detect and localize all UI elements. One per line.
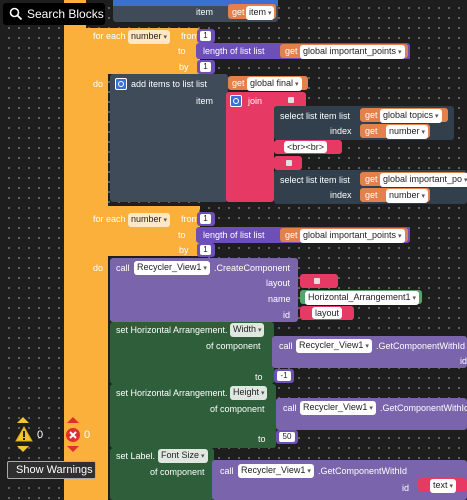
to-label: to bbox=[178, 230, 186, 240]
component-dropdown[interactable]: Recycler_View1 bbox=[296, 339, 372, 353]
search-icon bbox=[9, 7, 23, 21]
get-item-dropdown[interactable]: item bbox=[246, 6, 275, 20]
of-component-label: of component bbox=[150, 467, 205, 477]
error-icon[interactable] bbox=[65, 427, 81, 443]
create-component-method: .CreateComponent bbox=[214, 263, 291, 273]
select-list-item-label: select list item list bbox=[280, 175, 351, 185]
index1-var-dropdown[interactable]: number bbox=[386, 125, 428, 139]
do-label: do bbox=[93, 79, 104, 89]
list-var-dropdown[interactable]: global important_points bbox=[300, 45, 405, 59]
list-var-dropdown[interactable]: global important_points bbox=[300, 229, 405, 243]
search-blocks-label: Search Blocks bbox=[27, 7, 104, 21]
index-label: index bbox=[330, 190, 352, 200]
width-number[interactable]: -1 bbox=[277, 371, 291, 381]
by-label: by bbox=[179, 245, 189, 255]
get-component-method: .GetComponentWithId bbox=[376, 341, 466, 351]
mutator-gear-icon[interactable] bbox=[115, 78, 127, 90]
empty-text-field[interactable] bbox=[314, 278, 320, 284]
length-of-list-label: length of list list bbox=[203, 46, 265, 56]
get-label: get bbox=[365, 190, 378, 200]
empty-text-field[interactable] bbox=[288, 97, 294, 103]
to-label: to bbox=[258, 434, 266, 444]
layout-id-field[interactable]: layout bbox=[312, 307, 343, 319]
get-component-method: .GetComponentWithId bbox=[380, 403, 467, 413]
error-next-arrow[interactable] bbox=[67, 446, 79, 452]
name-label: name bbox=[268, 294, 291, 304]
call-label: call bbox=[220, 466, 234, 476]
control-spine bbox=[64, 0, 86, 500]
index-label: index bbox=[330, 126, 352, 136]
get-label: get bbox=[232, 7, 245, 17]
list-target-dropdown[interactable]: global final bbox=[247, 77, 302, 91]
set-prefix: set Horizontal Arrangement. bbox=[116, 388, 228, 398]
item-label: item bbox=[196, 7, 214, 17]
get-label: get bbox=[365, 126, 378, 136]
select1-list-dropdown[interactable]: global topics bbox=[380, 109, 442, 123]
item-label: item bbox=[196, 96, 214, 106]
text-var-dropdown[interactable]: text bbox=[430, 479, 456, 493]
to-label: to bbox=[255, 372, 263, 382]
warning-prev-arrow[interactable] bbox=[17, 417, 29, 423]
show-warnings-label: Show Warnings bbox=[16, 464, 93, 476]
set-prefix: set Horizontal Arrangement. bbox=[116, 325, 228, 335]
call-label: call bbox=[279, 341, 293, 351]
warning-next-arrow[interactable] bbox=[17, 446, 29, 452]
warning-icon[interactable] bbox=[15, 426, 33, 442]
id-label: id bbox=[460, 356, 467, 366]
get-label: get bbox=[232, 78, 245, 88]
call-label: call bbox=[283, 403, 297, 413]
add-items-to-list-block[interactable] bbox=[110, 74, 228, 202]
length-of-list-label: length of list list bbox=[203, 230, 265, 240]
get-component-method: .GetComponentWithId bbox=[318, 466, 408, 476]
show-warnings-button[interactable]: Show Warnings bbox=[7, 461, 96, 479]
call-label: call bbox=[116, 263, 130, 273]
get-label: get bbox=[285, 230, 298, 240]
br-text-field[interactable]: <br><br> bbox=[284, 141, 328, 153]
set-prefix: set Label. bbox=[116, 451, 156, 461]
from-number[interactable]: 1 bbox=[200, 214, 211, 224]
component-name-dropdown[interactable]: Horizontal_Arrangement1 bbox=[305, 291, 420, 305]
loop1-var-field[interactable]: number bbox=[128, 30, 170, 44]
height-number[interactable]: 50 bbox=[279, 432, 295, 442]
layout-label: layout bbox=[266, 278, 291, 288]
of-component-label: of component bbox=[206, 341, 261, 351]
get-label: get bbox=[285, 46, 298, 56]
by-number[interactable]: 1 bbox=[200, 245, 211, 255]
width-property-dropdown[interactable]: Width bbox=[230, 323, 265, 337]
id-label: id bbox=[283, 310, 291, 320]
join-gear-icon[interactable] bbox=[230, 95, 242, 107]
height-property-dropdown[interactable]: Height bbox=[230, 386, 268, 400]
add-items-label: add items to list list bbox=[131, 79, 208, 89]
id-label: id bbox=[402, 483, 410, 493]
font-size-property-dropdown[interactable]: Font Size bbox=[158, 449, 208, 463]
do-label: do bbox=[93, 263, 104, 273]
by-label: by bbox=[179, 62, 189, 72]
by-number[interactable]: 1 bbox=[200, 62, 211, 72]
from-number[interactable]: 1 bbox=[200, 31, 211, 41]
component-dropdown[interactable]: Recycler_View1 bbox=[238, 464, 314, 478]
for-each-label: for each bbox=[93, 31, 126, 41]
component-dropdown[interactable]: Recycler_View1 bbox=[300, 401, 376, 415]
join-label: join bbox=[248, 96, 263, 106]
empty-text-field[interactable] bbox=[286, 160, 292, 166]
index2-var-dropdown[interactable]: number bbox=[386, 189, 428, 203]
search-blocks-button[interactable]: Search Blocks bbox=[3, 3, 105, 25]
select2-list-dropdown[interactable]: global important_po bbox=[380, 173, 467, 187]
of-component-label: of component bbox=[210, 404, 265, 414]
to-label: to bbox=[178, 46, 186, 56]
join-block[interactable] bbox=[226, 92, 274, 202]
get-label: get bbox=[365, 174, 378, 184]
component-dropdown[interactable]: Recycler_View1 bbox=[134, 261, 210, 275]
select-list-item-label: select list item list bbox=[280, 111, 351, 121]
error-prev-arrow[interactable] bbox=[67, 417, 79, 423]
warning-count: 0 bbox=[37, 429, 44, 441]
get-label: get bbox=[365, 110, 378, 120]
for-each-label: for each bbox=[93, 214, 126, 224]
loop2-var-field[interactable]: number bbox=[128, 213, 170, 227]
error-count: 0 bbox=[84, 429, 91, 441]
